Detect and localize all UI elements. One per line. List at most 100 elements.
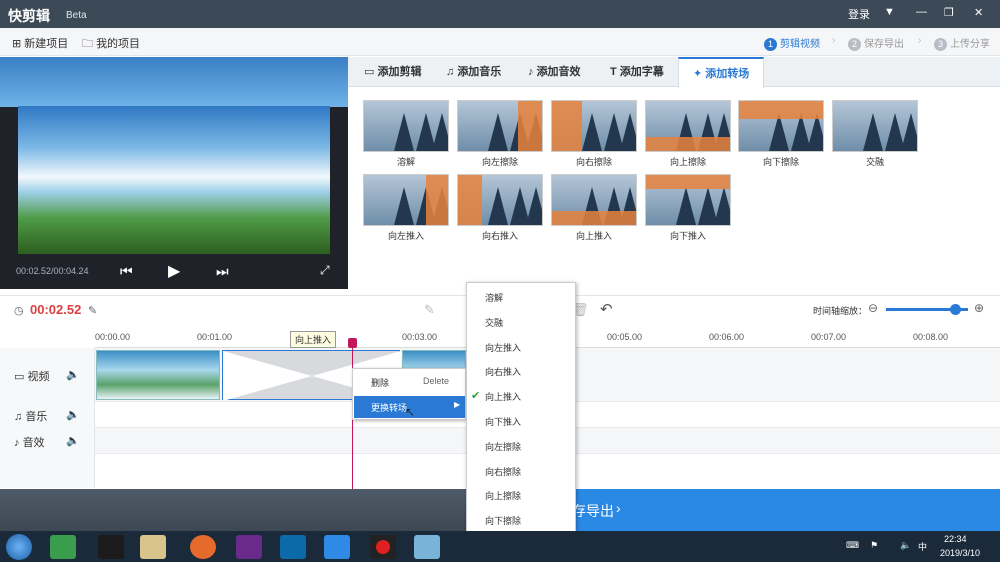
tab-add-music[interactable]: ♫ 添加音乐 [446,57,501,87]
keyboard-icon[interactable]: ⌨ [846,540,859,551]
taskbar-firefox-icon[interactable] [190,535,216,559]
step-number: 1 [764,38,777,51]
volume-icon[interactable]: 🔈 [66,408,80,421]
transition-overlay [552,101,582,151]
taskbar-app-icon[interactable] [414,535,440,559]
step-share[interactable]: 3 上传分享 [934,35,990,51]
tree-shape [620,113,636,151]
chevron-right-icon: › [832,35,836,46]
tree-shape [394,113,414,151]
clock-date: 2019/3/10 [940,548,981,558]
zoom-slider-handle[interactable] [950,304,961,315]
transition-label: 向上推入 [575,231,612,241]
login-button[interactable]: 登录 [848,6,870,22]
transition-thumbnail[interactable] [832,100,918,152]
my-projects-button[interactable]: 🗀 我的项目 [82,35,140,54]
step-edit[interactable]: 1 剪辑视频 [764,35,820,51]
play-icon[interactable]: ▶ [168,261,180,281]
tab-add-sound[interactable]: ♪ 添加音效 [528,57,581,87]
chevron-right-icon: › [918,35,922,46]
submenu-item[interactable]: 向右擦除 [485,465,521,478]
language-icon[interactable]: 中 [918,540,927,553]
volume-icon[interactable]: 🔈 [66,368,80,381]
track-name: 音效 [22,437,45,449]
next-frame-icon[interactable]: ⏭ [216,263,229,280]
music-track-label: ♫ 音乐 [14,411,48,423]
app-title: 快剪辑 [8,8,50,24]
transition-thumbnail[interactable] [738,100,824,152]
taskbar-qq-icon[interactable] [98,535,124,559]
menu-dropdown-icon[interactable]: ▼ [884,6,895,18]
pencil-icon[interactable]: ✎ [424,302,435,318]
tree-shape [582,113,602,151]
maximize-icon[interactable]: ❐ [944,6,954,19]
submenu-item[interactable]: 向下擦除 [485,514,521,527]
transition-label: 溶解 [396,157,415,167]
transition-thumbnail[interactable] [551,174,637,226]
transition-overlay [646,175,730,189]
export-label: 存导出 [572,503,614,519]
clock-icon: ◷ [14,305,24,317]
taskbar-app-icon[interactable] [50,535,76,559]
menu-shortcut: Delete [423,376,450,386]
submenu-item[interactable]: 向上推入 [485,390,521,403]
transition-thumbnail[interactable] [363,174,449,226]
tab-add-subtitle[interactable]: T 添加字幕 [610,57,664,87]
step-number: 3 [934,38,947,51]
transition-thumbnail[interactable] [551,100,637,152]
transition-thumbnail[interactable] [363,100,449,152]
menu-item-delete[interactable]: 删除 [371,376,389,389]
tree-shape [863,113,883,151]
submenu-item[interactable]: 交融 [485,316,503,329]
previous-frame-icon[interactable]: ⏮ [120,263,133,280]
taskbar-app-icon[interactable] [280,535,306,559]
step-export[interactable]: 2 保存导出 [848,35,904,51]
playhead-handle[interactable] [348,338,357,348]
volume-icon[interactable]: 🔈 [66,434,80,447]
flag-icon[interactable]: ⚑ [870,540,878,551]
taskbar-kuaijianji-icon[interactable] [324,535,350,559]
zoom-out-icon[interactable]: ⊖ [868,301,878,315]
minimize-icon[interactable]: — [916,6,927,18]
tab-label: 添加剪辑 [377,66,422,78]
step-number: 2 [848,38,861,51]
zoom-in-icon[interactable]: ⊕ [974,301,984,315]
transition-thumbnail[interactable] [645,174,731,226]
submenu-item[interactable]: 溶解 [485,291,503,304]
transition-thumbnail[interactable] [457,100,543,152]
ruler-tick-label: 00:05.00 [607,332,643,342]
start-button[interactable] [6,534,32,560]
video-clip-1[interactable] [96,350,220,400]
transition-thumbnail[interactable] [457,174,543,226]
speaker-icon[interactable]: 🔈 [900,540,911,551]
preview-frame [18,106,330,254]
taskbar-app-icon[interactable] [236,535,262,559]
edit-time-icon[interactable]: ✎ [88,304,97,317]
ruler-tick-label: 00:03.00 [402,332,438,342]
submenu-item[interactable]: 向上擦除 [485,489,521,502]
undo-icon[interactable]: ↶ [600,300,613,318]
new-project-button[interactable]: ⊞ 新建项目 [12,35,68,51]
transition-label: 向左推入 [387,231,424,241]
submenu-item[interactable]: 向右推入 [485,365,521,378]
submenu-item[interactable]: 向左推入 [485,341,521,354]
submenu-item[interactable]: 向下推入 [485,415,521,428]
transition-thumbnail[interactable] [645,100,731,152]
tab-add-transition[interactable]: ✦ 添加转场 [678,57,765,88]
tab-label: 添加字幕 [619,66,664,78]
export-button[interactable]: 存导出 › [520,489,1000,531]
app-badge: Beta [66,10,87,21]
preview-sky-strip [0,57,348,107]
track-name: 视频 [27,371,50,383]
taskbar-record-icon[interactable] [370,535,396,559]
fullscreen-icon[interactable]: ⤢ [320,263,330,278]
transition-overlay [739,101,823,119]
taskbar-folder-icon[interactable] [140,535,166,559]
tab-add-clip[interactable]: ▭ 添加剪辑 [364,57,421,87]
transition-label: 向下推入 [669,231,706,241]
submenu-item[interactable]: 向左擦除 [485,440,521,453]
title-bar: 快剪辑 Beta 登录 ▼ — ❐ ✕ [0,0,1000,28]
close-icon[interactable]: ✕ [974,6,983,19]
transition-tooltip: 向上推入 [290,331,337,348]
chevron-right-icon: › [616,500,621,516]
